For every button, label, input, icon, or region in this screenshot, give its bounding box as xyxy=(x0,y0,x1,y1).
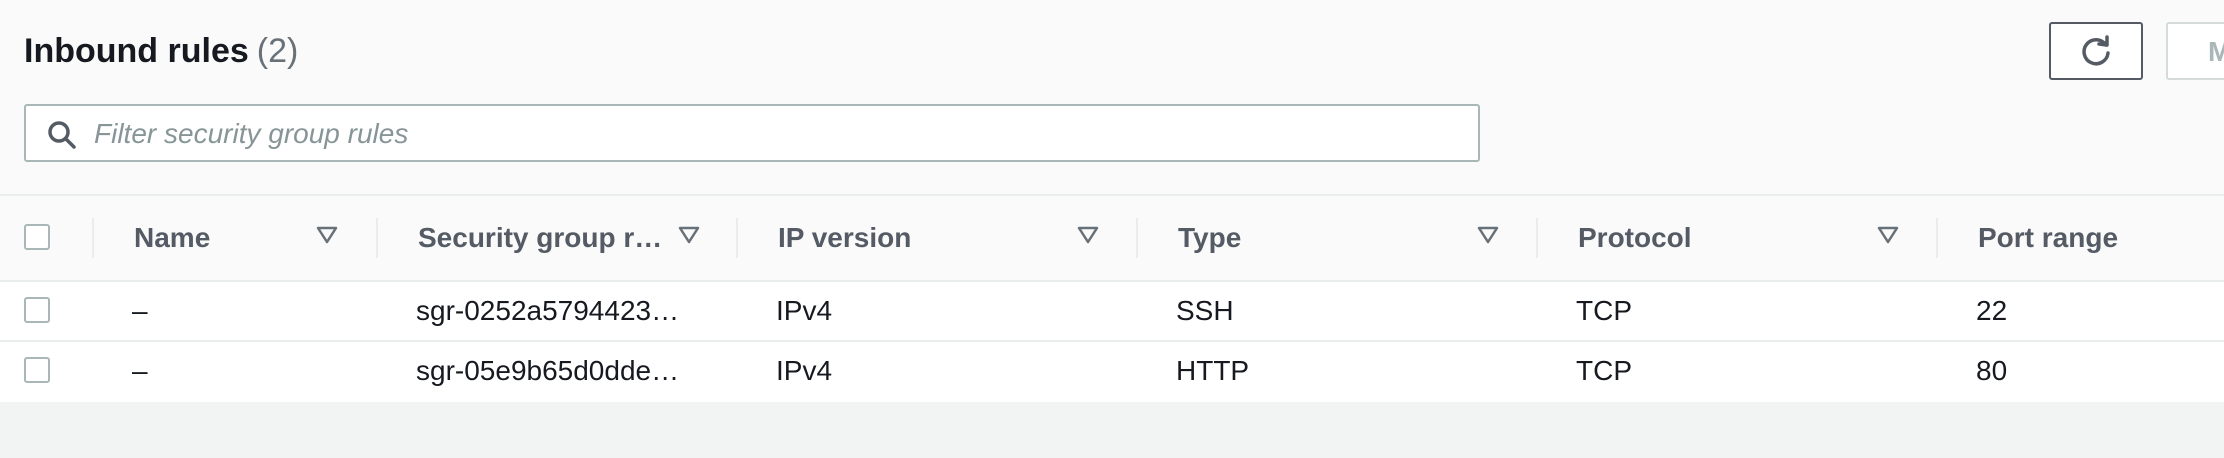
search-icon xyxy=(48,121,76,149)
cell-port-range: 80 xyxy=(1976,355,2008,386)
filter-input[interactable] xyxy=(92,112,1456,156)
sort-caret-icon[interactable] xyxy=(316,226,338,244)
cell-port-range: 22 xyxy=(1976,295,2008,326)
cell-security-group-rule-id: sgr-05e9b65d0dde… xyxy=(416,355,680,386)
panel-title: Inbound rules (2) xyxy=(24,30,298,72)
rule-count: (2) xyxy=(256,32,299,70)
table-row[interactable]: – sgr-05e9b65d0dde… IPv4 HTTP TCP 80 xyxy=(0,342,2224,402)
column-header-ip-version[interactable]: IP version xyxy=(778,196,911,280)
filter-search-box[interactable] xyxy=(24,104,1480,162)
manage-button-label: M xyxy=(2208,36,2224,68)
refresh-button[interactable] xyxy=(2049,22,2143,80)
row-checkbox[interactable] xyxy=(24,357,50,383)
cell-protocol: TCP xyxy=(1576,355,1632,386)
column-label-port-range: Port range xyxy=(1978,222,2119,253)
column-label-ip-version: IP version xyxy=(778,222,912,253)
cell-name: – xyxy=(132,295,148,326)
panel-title-text: Inbound rules xyxy=(24,32,249,70)
column-header-name[interactable]: Name xyxy=(134,196,210,280)
column-header-port-range[interactable]: Port range xyxy=(1978,196,2118,280)
cell-security-group-rule-id: sgr-0252a5794423… xyxy=(416,295,680,326)
column-header-security-group-rule[interactable]: Security group r… xyxy=(418,196,662,280)
column-divider[interactable] xyxy=(1136,218,1138,258)
column-divider[interactable] xyxy=(736,218,738,258)
select-all-checkbox[interactable] xyxy=(24,224,50,250)
column-label-protocol: Protocol xyxy=(1578,222,1692,253)
inbound-rules-panel: Inbound rules(2) M Name Securi xyxy=(0,0,2224,402)
column-label-security-group-rule: Security group r… xyxy=(418,222,663,253)
column-divider[interactable] xyxy=(1536,218,1538,258)
row-checkbox[interactable] xyxy=(24,297,50,323)
cell-ip-version: IPv4 xyxy=(776,355,833,386)
cell-type: HTTP xyxy=(1176,355,1250,386)
sort-caret-icon[interactable] xyxy=(1077,226,1099,244)
table-header: Name Security group r… IP version Type P… xyxy=(0,194,2224,282)
column-label-type: Type xyxy=(1178,222,1242,253)
column-header-type[interactable]: Type xyxy=(1178,196,1241,280)
cell-name: – xyxy=(132,355,148,386)
refresh-icon xyxy=(2082,35,2110,66)
sort-caret-icon[interactable] xyxy=(1477,226,1499,244)
column-divider[interactable] xyxy=(1936,218,1938,258)
sort-caret-icon[interactable] xyxy=(678,226,700,244)
cell-ip-version: IPv4 xyxy=(776,295,833,326)
sort-caret-icon[interactable] xyxy=(1877,226,1899,244)
table-row[interactable]: – sgr-0252a5794423… IPv4 SSH TCP 22 xyxy=(0,282,2224,342)
column-label-name: Name xyxy=(134,222,211,253)
cell-protocol: TCP xyxy=(1576,295,1632,326)
column-divider[interactable] xyxy=(92,218,94,258)
panel-header: Inbound rules(2) M xyxy=(0,0,2224,194)
column-divider[interactable] xyxy=(376,218,378,258)
manage-button[interactable]: M xyxy=(2166,22,2224,80)
column-header-protocol[interactable]: Protocol xyxy=(1578,196,1692,280)
cell-type: SSH xyxy=(1176,295,1234,326)
